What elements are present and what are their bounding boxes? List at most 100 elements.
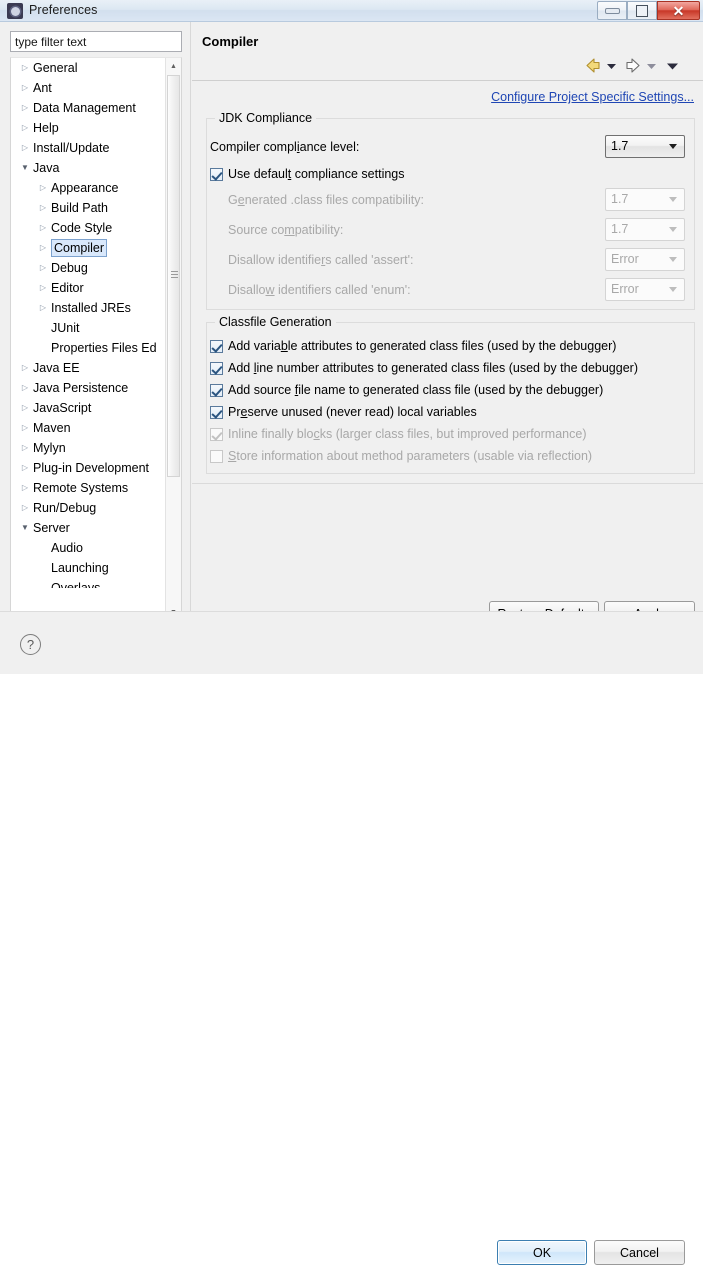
sidebar-item-overlays[interactable]: Overlays	[11, 578, 167, 588]
sidebar-item-audio[interactable]: Audio	[11, 538, 167, 558]
chevron-right-icon[interactable]: ▷	[37, 198, 49, 218]
chevron-right-icon[interactable]: ▷	[19, 498, 31, 518]
chevron-right-icon[interactable]: ▷	[19, 98, 31, 118]
sidebar-item-label: Plug-in Development	[33, 461, 150, 475]
combo-value: Error	[611, 282, 639, 296]
sidebar-item-debug[interactable]: ▷ Debug	[11, 258, 167, 278]
checkbox-label: Add variable attributes to generated cla…	[228, 339, 617, 353]
sidebar-item-junit[interactable]: JUnit	[11, 318, 167, 338]
sidebar-item-java[interactable]: ▼ Java	[11, 158, 167, 178]
chevron-right-icon[interactable]: ▷	[19, 358, 31, 378]
sidebar-item-label: General	[33, 61, 78, 75]
checkbox-box	[210, 361, 223, 375]
sidebar-item-server[interactable]: ▼ Server	[11, 518, 167, 538]
sidebar-item-mylyn[interactable]: ▷ Mylyn	[11, 438, 167, 458]
vertical-scrollbar-thumb[interactable]	[167, 75, 180, 477]
generated-class-files-compatibility-combo: 1.7	[605, 188, 685, 211]
chevron-right-icon[interactable]: ▷	[19, 438, 31, 458]
chevron-right-icon[interactable]: ▷	[37, 258, 49, 278]
sidebar-item-data-management[interactable]: ▷ Data Management	[11, 98, 167, 118]
configure-project-specific-settings-link[interactable]: Configure Project Specific Settings...	[491, 90, 694, 104]
sidebar-item-appearance[interactable]: ▷ Appearance	[11, 178, 167, 198]
sidebar-item-java-ee[interactable]: ▷ Java EE	[11, 358, 167, 378]
sidebar-item-plug-in-development[interactable]: ▷ Plug-in Development	[11, 458, 167, 478]
sidebar-item-run-debug[interactable]: ▷ Run/Debug	[11, 498, 167, 518]
disallow-enum-label: Disallow identifiers called 'enum':	[228, 283, 411, 297]
pane-splitter[interactable]	[190, 22, 191, 611]
chevron-right-icon[interactable]: ▷	[37, 178, 49, 198]
chevron-right-icon[interactable]: ▷	[19, 58, 31, 78]
sidebar-item-code-style[interactable]: ▷ Code Style	[11, 218, 167, 238]
generated-class-files-compatibility-label: Generated .class files compatibility:	[228, 193, 424, 207]
sidebar-item-build-path[interactable]: ▷ Build Path	[11, 198, 167, 218]
chevron-right-icon[interactable]: ▷	[37, 238, 49, 258]
dialog-body: ▷General▷Ant▷Data Management▷Help▷Instal…	[0, 22, 703, 630]
maximize-button[interactable]	[627, 1, 657, 20]
sidebar-item-installed-jres[interactable]: ▷ Installed JREs	[11, 298, 167, 318]
cancel-button[interactable]: Cancel	[594, 1240, 685, 1265]
sidebar-item-general[interactable]: ▷ General	[11, 58, 167, 78]
search-input[interactable]	[10, 31, 182, 52]
scrollbar-grip-icon	[171, 271, 178, 278]
compiler-compliance-level-combo[interactable]: 1.7	[605, 135, 685, 158]
maximize-icon	[636, 4, 648, 17]
disallow-assert-label: Disallow identifiers called 'assert':	[228, 253, 414, 267]
close-button[interactable]: ✕	[657, 1, 700, 20]
tree-vertical-scrollbar[interactable]: ▲ ▼	[165, 58, 181, 621]
chevron-down-icon[interactable]: ▼	[19, 518, 31, 538]
add-line-number-attributes-checkbox[interactable]: Add line number attributes to generated …	[210, 359, 638, 377]
inline-finally-blocks-checkbox: Inline finally blocks (larger class file…	[210, 425, 586, 443]
sidebar-item-remote-systems[interactable]: ▷ Remote Systems	[11, 478, 167, 498]
checkbox-box	[210, 427, 223, 441]
preferences-tree: ▷ General ▷ Ant ▷ Data Management ▷ Help ▷ Instal…	[10, 57, 182, 622]
chevron-right-icon[interactable]: ▷	[19, 458, 31, 478]
sidebar-item-compiler[interactable]: ▷ Compiler	[11, 238, 167, 258]
chevron-right-icon[interactable]: ▷	[19, 378, 31, 398]
title-bar: Preferences ✕	[0, 0, 703, 22]
chevron-right-icon[interactable]: ▷	[37, 278, 49, 298]
view-menu-icon	[667, 63, 678, 70]
chevron-right-icon[interactable]: ▷	[19, 478, 31, 498]
pane-header-divider	[192, 80, 703, 81]
checkbox-label: Store information about method parameter…	[228, 449, 593, 463]
help-icon[interactable]: ?	[20, 634, 41, 655]
sidebar-item-editor[interactable]: ▷ Editor	[11, 278, 167, 298]
combo-value: 1.7	[611, 139, 629, 153]
scroll-up-icon[interactable]: ▲	[166, 58, 181, 75]
sidebar-item-properties-files-ed[interactable]: Properties Files Ed	[11, 338, 167, 358]
checkbox-box	[210, 383, 223, 397]
add-source-file-name-checkbox[interactable]: Add source file name to generated class …	[210, 381, 603, 399]
sidebar-item-label: Server	[33, 521, 70, 535]
sidebar-item-java-persistence[interactable]: ▷ Java Persistence	[11, 378, 167, 398]
dialog-footer: ? OK Cancel	[0, 611, 703, 1265]
sidebar-item-label: Help	[33, 121, 59, 135]
chevron-right-icon[interactable]: ▷	[19, 78, 31, 98]
page-title: Compiler	[202, 34, 259, 49]
sidebar-item-help[interactable]: ▷ Help	[11, 118, 167, 138]
sidebar-item-label: Launching	[51, 561, 109, 575]
chevron-down-icon	[669, 257, 677, 262]
chevron-right-icon[interactable]: ▷	[19, 398, 31, 418]
minimize-button[interactable]	[597, 1, 627, 20]
chevron-right-icon[interactable]: ▷	[19, 138, 31, 158]
chevron-down-icon[interactable]: ▼	[19, 158, 31, 178]
source-compatibility-combo: 1.7	[605, 218, 685, 241]
combo-value: Error	[611, 252, 639, 266]
sidebar-item-label: Java	[33, 161, 60, 175]
add-variable-attributes-checkbox[interactable]: Add variable attributes to generated cla…	[210, 337, 616, 355]
sidebar-item-label: Java EE	[33, 361, 80, 375]
chevron-right-icon[interactable]: ▷	[37, 218, 49, 238]
sidebar-item-label: Build Path	[51, 201, 108, 215]
sidebar-item-maven[interactable]: ▷ Maven	[11, 418, 167, 438]
sidebar-item-ant[interactable]: ▷ Ant	[11, 78, 167, 98]
chevron-right-icon[interactable]: ▷	[19, 118, 31, 138]
chevron-right-icon[interactable]: ▷	[37, 298, 49, 318]
ok-button[interactable]: OK	[497, 1240, 587, 1265]
chevron-right-icon[interactable]: ▷	[19, 418, 31, 438]
sidebar-item-install-update[interactable]: ▷ Install/Update	[11, 138, 167, 158]
sidebar-item-launching[interactable]: Launching	[11, 558, 167, 578]
use-default-compliance-settings-checkbox[interactable]: Use default compliance settings	[210, 165, 405, 183]
sidebar-item-javascript[interactable]: ▷ JavaScript	[11, 398, 167, 418]
checkbox-label: Add source file name to generated class …	[228, 383, 604, 397]
preserve-unused-locals-checkbox[interactable]: Preserve unused (never read) local varia…	[210, 403, 477, 421]
